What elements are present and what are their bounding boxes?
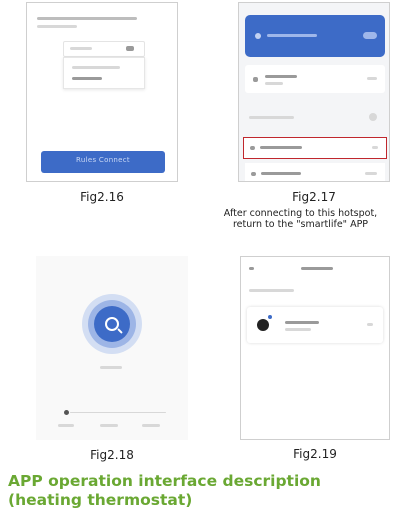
fig217-section-label	[249, 116, 294, 119]
fig218-step-label-2	[100, 424, 118, 427]
section-title-line1: APP operation interface description	[8, 472, 321, 490]
fig217-row1-sub	[265, 82, 283, 85]
fig217-note-line2: return to the "smartlife" APP	[232, 219, 369, 230]
fig219-device-chevron	[367, 323, 373, 326]
fig216-dropdown[interactable]	[63, 41, 145, 57]
fig218-screenshot	[36, 256, 188, 440]
fig216-connect-button[interactable]: Rules Connect	[41, 151, 165, 173]
fig218-step-label-1	[58, 424, 74, 427]
fig218-status-text	[100, 366, 122, 369]
fig216-button-label: Rules Connect	[76, 156, 130, 164]
fig217-header-text	[267, 34, 317, 37]
fig216-header-text-2	[37, 25, 77, 28]
fig217-selected-lock	[372, 146, 378, 149]
fig217-row3-lock	[365, 172, 377, 175]
fig217-header-toggle[interactable]	[363, 32, 377, 39]
fig217-wifi-header	[245, 15, 385, 57]
fig219-device-icon-dot	[268, 315, 272, 319]
fig219-back-icon[interactable]	[249, 267, 254, 270]
fig217-row1-icon	[253, 77, 258, 82]
fig218-caption: Fig2.18	[90, 448, 134, 462]
fig216-option-2[interactable]	[72, 77, 102, 80]
fig216-header-text	[37, 17, 137, 20]
fig217-screenshot	[238, 2, 390, 182]
fig219-device-card[interactable]	[247, 307, 383, 343]
fig219-device-sub	[285, 328, 311, 331]
fig217-selected-text	[260, 146, 302, 149]
fig219-device-name	[285, 321, 319, 324]
section-title: APP operation interface description (hea…	[8, 472, 388, 510]
fig217-row1-text	[265, 75, 297, 78]
fig219-device-icon	[257, 319, 269, 331]
fig217-network-row-1[interactable]	[245, 65, 385, 93]
fig217-row1-lock	[367, 77, 377, 80]
fig217-selected-icon	[250, 146, 255, 150]
fig216-dropdown-icon	[126, 46, 134, 51]
fig217-section-icon	[369, 113, 377, 121]
fig218-step-line	[70, 412, 166, 413]
fig217-row3-icon	[251, 172, 256, 176]
fig216-dropdown-menu	[63, 57, 145, 89]
fig219-screenshot	[240, 256, 390, 440]
fig217-network-row-3[interactable]	[245, 163, 385, 181]
fig219-caption: Fig2.19	[293, 447, 337, 461]
fig216-screenshot: Rules Connect	[26, 2, 178, 182]
fig218-step-dot-1	[64, 410, 69, 415]
fig216-option-1[interactable]	[72, 66, 120, 69]
fig217-note-line1: After connecting to this hotspot,	[223, 208, 378, 219]
fig217-row3-text	[261, 172, 301, 175]
section-title-line2: (heating thermostat)	[8, 491, 193, 509]
fig217-header-icon	[255, 33, 261, 39]
fig219-subtitle	[249, 289, 294, 292]
fig217-network-row-selected[interactable]	[243, 137, 387, 159]
fig218-step-label-3	[142, 424, 160, 427]
fig219-title	[301, 267, 333, 270]
fig216-caption: Fig2.16	[80, 190, 124, 204]
fig217-caption: Fig2.17	[292, 190, 336, 204]
fig216-dropdown-text	[70, 47, 92, 50]
